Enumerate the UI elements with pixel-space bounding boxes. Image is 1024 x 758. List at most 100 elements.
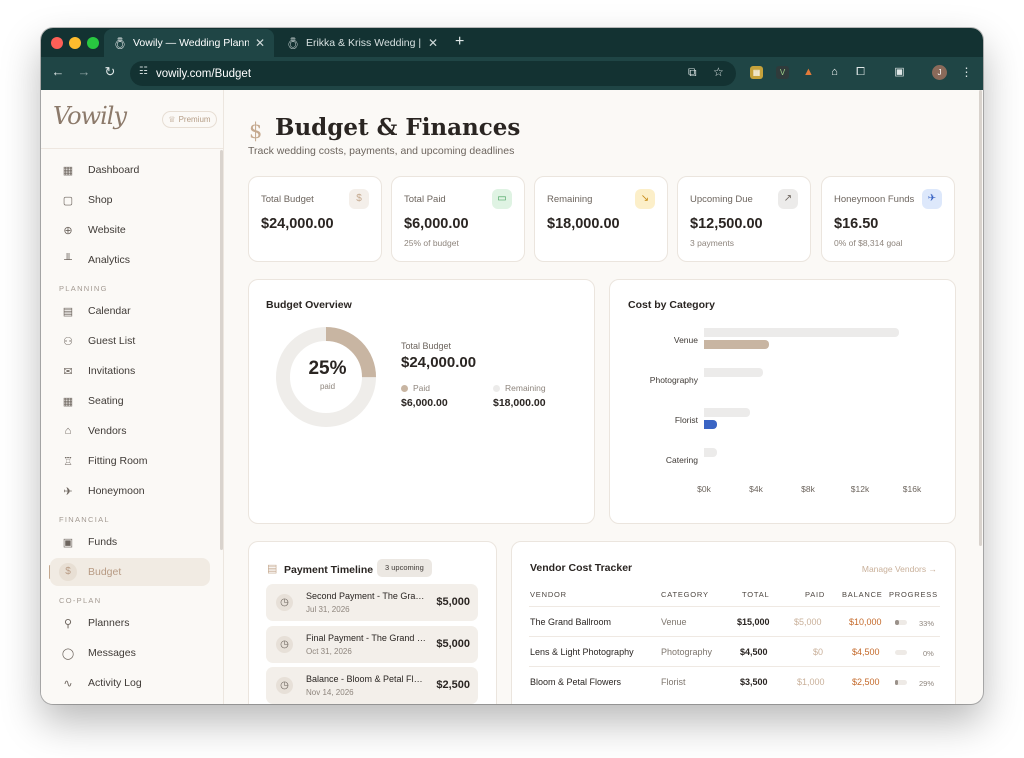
- sidebar-item-label: Budget: [88, 566, 122, 578]
- forward-arrow-icon[interactable]: →: [75, 64, 93, 79]
- sidebar-item-fitting-room[interactable]: ♖ Fitting Room: [50, 447, 210, 475]
- column-header-vendor: VENDOR: [530, 590, 567, 599]
- page-title: Budget & Finances: [275, 114, 521, 141]
- stat-note: 25% of budget: [404, 238, 459, 248]
- payment-title: Balance - Bloom & Petal Flowers: [306, 674, 426, 684]
- stat-value: $24,000.00: [261, 216, 334, 232]
- vendor-category: Photography: [661, 647, 713, 657]
- table-row[interactable]: Lens & Light Photography Photography $4,…: [529, 636, 940, 666]
- browser-window: 💍︎ Vowily — Wedding Planner, H ✕ 💍︎ Erik…: [41, 28, 983, 704]
- address-bar[interactable]: ☷ vowily.com/Budget ⧉ ☆: [130, 61, 736, 86]
- sidebar-item-shop[interactable]: ▢ Shop: [50, 186, 210, 214]
- sidebar-item-calendar[interactable]: ▤ Calendar: [50, 297, 210, 325]
- sidebar-item-budget[interactable]: $ Budget: [50, 558, 210, 586]
- plane-icon: ✈: [63, 485, 73, 498]
- payment-date: Oct 31, 2026: [306, 647, 352, 656]
- payment-item[interactable]: ◷ Final Payment - The Grand Ballroom Oct…: [266, 626, 478, 663]
- payment-date: Jul 31, 2026: [306, 605, 350, 614]
- close-window-button[interactable]: [51, 37, 63, 49]
- bar-total[interactable]: [704, 328, 899, 337]
- sidebar: Vowily ♕ Premium ▦ Dashboard ▢ Shop ⊕ We…: [41, 90, 224, 704]
- bar-total[interactable]: [704, 448, 717, 457]
- extension-icon[interactable]: V: [776, 66, 789, 79]
- tab-title: Vowily — Wedding Planner, H: [132, 37, 249, 49]
- user-plus-icon: ⚲: [63, 617, 73, 630]
- x-tick-label: $12k: [850, 484, 870, 494]
- vendor-balance: $2,500: [852, 677, 880, 687]
- message-icon: ◯: [61, 647, 75, 660]
- premium-badge[interactable]: ♕ Premium: [162, 111, 217, 128]
- sidebar-item-seating[interactable]: ▦ Seating: [50, 387, 210, 415]
- table-row[interactable]: The Grand Ballroom Venue $15,000 $5,000 …: [529, 606, 940, 636]
- globe-icon: ⊕: [63, 224, 73, 237]
- payment-item[interactable]: ◷ Balance - Bloom & Petal Flowers Nov 14…: [266, 667, 478, 704]
- bar-total[interactable]: [704, 368, 763, 377]
- sidebar-item-planners[interactable]: ⚲ Planners: [50, 609, 210, 637]
- bar-paid[interactable]: [704, 420, 717, 429]
- progress-bar: [895, 680, 907, 685]
- stat-label: Upcoming Due: [690, 194, 753, 205]
- close-tab-icon[interactable]: ✕: [428, 36, 438, 50]
- url-text: vowily.com/Budget: [156, 67, 252, 80]
- reading-list-icon[interactable]: ▣: [893, 66, 906, 79]
- trend-down-icon: ↘: [635, 189, 655, 209]
- sidebar-item-label: Honeymoon: [88, 485, 145, 497]
- sidebar-item-vendors[interactable]: ⌂ Vendors: [50, 417, 210, 445]
- sidebar-item-messages[interactable]: ◯ Messages: [50, 639, 210, 667]
- tab-vowily[interactable]: 💍︎ Vowily — Wedding Planner, H ✕: [104, 29, 274, 57]
- payment-amount: $5,000: [436, 638, 470, 650]
- vendor-cost-tracker-card: Vendor Cost Tracker Manage Vendors → VEN…: [511, 541, 956, 704]
- cost-by-category-card: Cost by Category Venue Photography Florist…: [609, 279, 956, 524]
- dollar-icon: $: [349, 189, 369, 209]
- calendar-icon: ▤: [62, 305, 74, 318]
- minimize-window-button[interactable]: [69, 37, 81, 49]
- seating-icon: ▦: [62, 395, 74, 408]
- payment-item[interactable]: ◷ Second Payment - The Grand Ballroom Ju…: [266, 584, 478, 621]
- stat-value: $18,000.00: [547, 216, 620, 232]
- manage-vendors-link[interactable]: Manage Vendors →: [862, 564, 937, 574]
- budget-overview-card: Budget Overview 25% paid Total Budget $2…: [248, 279, 595, 524]
- extension-icon[interactable]: ▦: [750, 66, 763, 79]
- table-row[interactable]: Bloom & Petal Flowers Florist $3,500 $1,…: [529, 666, 940, 696]
- sidebar-item-dashboard[interactable]: ▦ Dashboard: [50, 156, 210, 184]
- close-tab-icon[interactable]: ✕: [255, 36, 265, 50]
- sidebar-item-activity-log[interactable]: ∿ Activity Log: [50, 669, 210, 697]
- tab-wedding-site[interactable]: 💍︎ Erikka & Kriss Wedding | Nov ✕: [277, 29, 447, 57]
- bar-paid[interactable]: [704, 340, 769, 349]
- site-settings-icon[interactable]: ☷: [139, 66, 148, 77]
- x-tick-label: $4k: [749, 484, 763, 494]
- profile-avatar[interactable]: J: [932, 65, 947, 80]
- extension-home-icon[interactable]: ⌂: [828, 66, 841, 79]
- extension-fox-icon[interactable]: ▲: [802, 66, 815, 79]
- card-title: Budget Overview: [266, 299, 352, 311]
- vendor-name: Bloom & Petal Flowers: [530, 677, 622, 687]
- install-app-icon[interactable]: ⧉: [688, 65, 697, 80]
- card-icon: ▭: [492, 189, 512, 209]
- browser-menu-icon[interactable]: ⋮: [960, 66, 973, 79]
- ring-icon: 💍︎: [113, 37, 127, 50]
- sidebar-item-honeymoon[interactable]: ✈ Honeymoon: [50, 477, 210, 505]
- vowily-logo[interactable]: Vowily: [53, 102, 127, 130]
- grid-icon: ▦: [62, 164, 74, 177]
- bar-total[interactable]: [704, 408, 750, 417]
- maximize-window-button[interactable]: [87, 37, 99, 49]
- payment-title: Second Payment - The Grand Ballroom: [306, 591, 426, 601]
- donut-percent-label: paid: [319, 382, 336, 391]
- sidebar-item-website[interactable]: ⊕ Website: [50, 216, 210, 244]
- sidebar-item-invitations[interactable]: ✉ Invitations: [50, 357, 210, 385]
- sidebar-scrollbar[interactable]: [220, 150, 223, 550]
- back-arrow-icon[interactable]: ←: [49, 64, 67, 79]
- ring-icon: 💍︎: [286, 37, 300, 50]
- bookmark-star-icon[interactable]: ☆: [713, 65, 724, 79]
- vendor-category: Florist: [661, 677, 686, 687]
- extensions-puzzle-icon[interactable]: ⧠: [854, 66, 867, 79]
- category-label: Photography: [649, 375, 698, 385]
- reload-icon[interactable]: ↻: [101, 64, 119, 80]
- sidebar-item-guest-list[interactable]: ⚇ Guest List: [50, 327, 210, 355]
- dollar-icon: $: [249, 119, 263, 143]
- sidebar-item-analytics[interactable]: ╨ Analytics: [50, 246, 210, 274]
- main-scrollbar[interactable]: [979, 90, 982, 546]
- stat-value: $12,500.00: [690, 216, 763, 232]
- sidebar-item-funds[interactable]: ▣ Funds: [50, 528, 210, 556]
- new-tab-button[interactable]: +: [455, 33, 464, 51]
